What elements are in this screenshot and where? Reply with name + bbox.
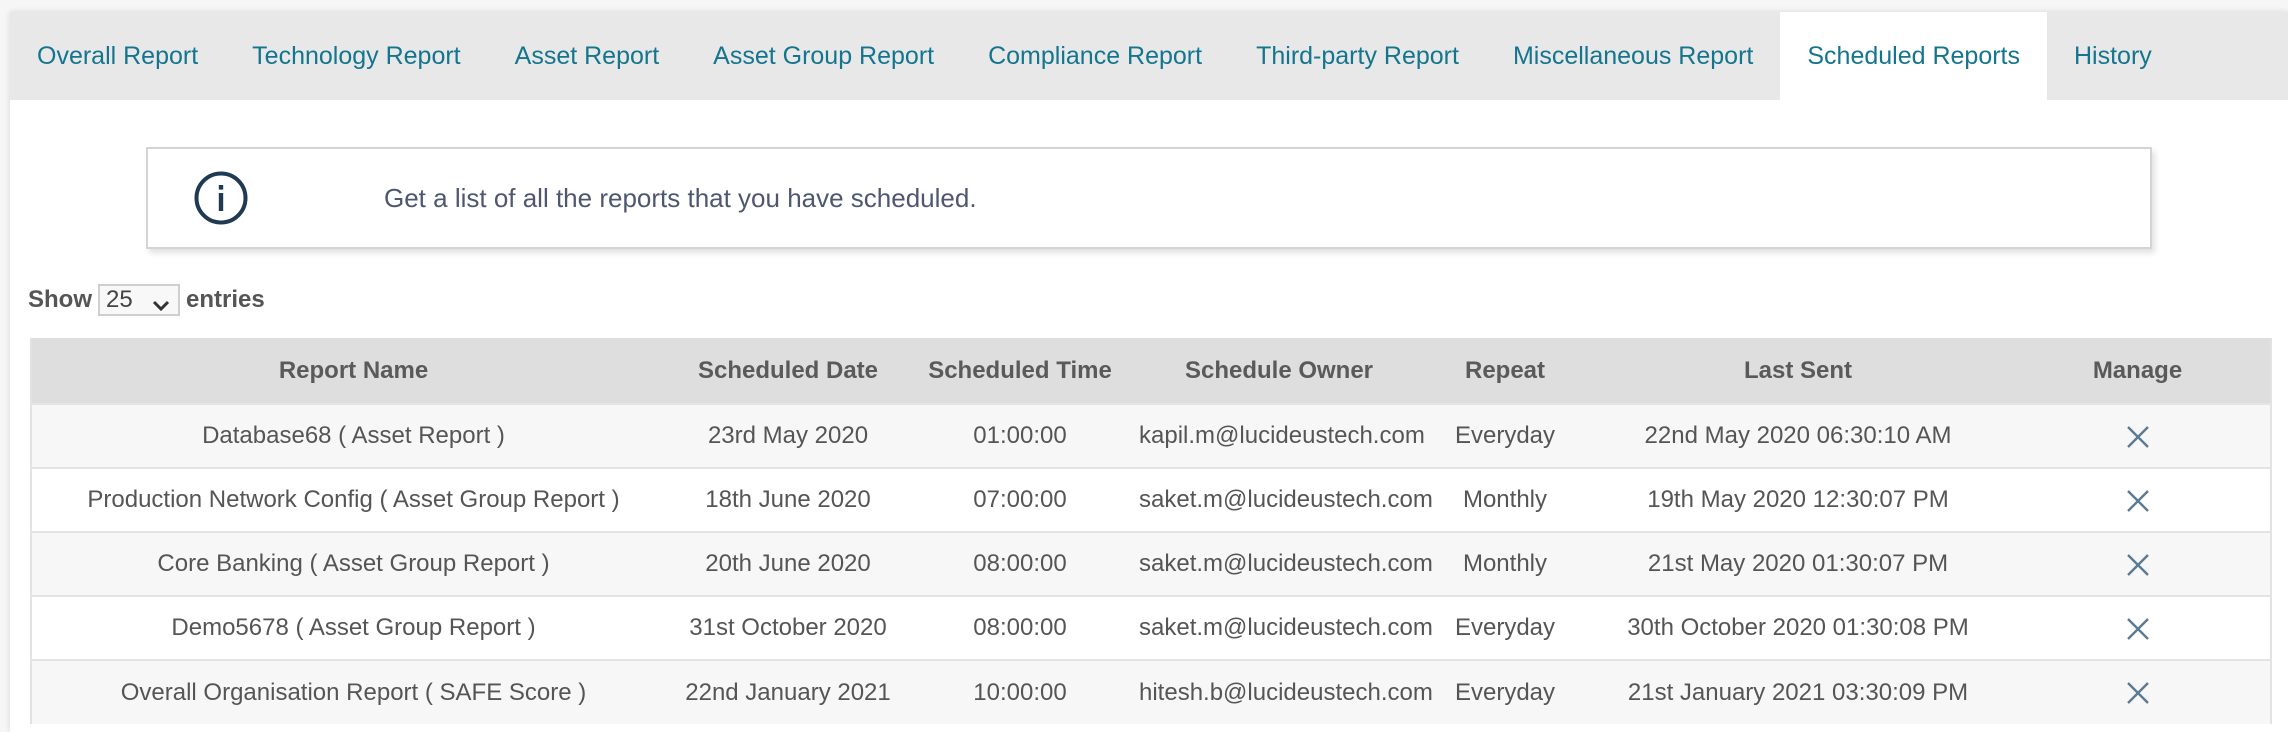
entries-per-page-select[interactable]: 25 <box>98 284 180 316</box>
schedule-owner-cell: saket.m@lucideustech.com <box>1139 595 1433 660</box>
repeat-cell: Monthly <box>1419 531 1591 596</box>
column-header-scheduled-time[interactable]: Scheduled Time <box>901 338 1139 404</box>
scheduled-date-cell: 22nd January 2021 <box>675 659 901 724</box>
table-row: Database68 ( Asset Report ) 23rd May 202… <box>31 403 2271 468</box>
last-sent-cell: 19th May 2020 12:30:07 PM <box>1591 467 2005 532</box>
table-row: Overall Organisation Report ( SAFE Score… <box>31 659 2271 724</box>
column-header-schedule-owner[interactable]: Schedule Owner <box>1139 338 1419 404</box>
delete-x-icon[interactable] <box>2126 553 2150 577</box>
manage-cell <box>2005 595 2271 660</box>
tab-overall-report[interactable]: Overall Report <box>10 12 225 100</box>
manage-cell <box>2005 659 2271 724</box>
column-header-repeat[interactable]: Repeat <box>1419 338 1591 404</box>
report-name-cell: Database68 ( Asset Report ) <box>31 403 675 468</box>
tab-scheduled-reports[interactable]: Scheduled Reports <box>1780 12 2047 100</box>
scheduled-date-cell: 18th June 2020 <box>675 467 901 532</box>
report-tabs: Overall Report Technology Report Asset R… <box>10 12 2288 100</box>
schedule-owner-cell: saket.m@lucideustech.com <box>1139 531 1433 596</box>
tab-technology-report[interactable]: Technology Report <box>225 12 487 100</box>
scheduled-time-cell: 08:00:00 <box>901 595 1139 660</box>
repeat-cell: Everyday <box>1419 595 1591 660</box>
tab-third-party-report[interactable]: Third-party Report <box>1229 12 1486 100</box>
last-sent-cell: 21st January 2021 03:30:09 PM <box>1591 659 2005 724</box>
report-name-cell: Demo5678 ( Asset Group Report ) <box>31 595 675 660</box>
info-circle-icon <box>194 171 248 225</box>
tab-compliance-report[interactable]: Compliance Report <box>961 12 1229 100</box>
delete-x-icon[interactable] <box>2126 681 2150 705</box>
column-header-last-sent[interactable]: Last Sent <box>1591 338 2005 404</box>
scheduled-date-cell: 31st October 2020 <box>675 595 901 660</box>
scheduled-date-cell: 20th June 2020 <box>675 531 901 596</box>
delete-x-icon[interactable] <box>2126 617 2150 641</box>
report-name-cell: Core Banking ( Asset Group Report ) <box>31 531 675 596</box>
table-header-row: Report Name Scheduled Date Scheduled Tim… <box>31 338 2271 404</box>
last-sent-cell: 30th October 2020 01:30:08 PM <box>1591 595 2005 660</box>
scheduled-date-cell: 23rd May 2020 <box>675 403 901 468</box>
tab-miscellaneous-report[interactable]: Miscellaneous Report <box>1486 12 1780 100</box>
tab-asset-report[interactable]: Asset Report <box>488 12 687 100</box>
repeat-cell: Monthly <box>1419 467 1591 532</box>
table-row: Production Network Config ( Asset Group … <box>31 467 2271 532</box>
info-message: Get a list of all the reports that you h… <box>384 182 977 213</box>
scheduled-time-cell: 10:00:00 <box>901 659 1139 724</box>
table-row: Demo5678 ( Asset Group Report ) 31st Oct… <box>31 595 2271 660</box>
report-name-cell: Overall Organisation Report ( SAFE Score… <box>31 659 675 724</box>
entries-per-page-value: 25 <box>106 286 133 313</box>
scheduled-time-cell: 07:00:00 <box>901 467 1139 532</box>
info-banner: Get a list of all the reports that you h… <box>146 147 2152 249</box>
show-label: Show <box>28 286 92 313</box>
schedule-owner-cell: hitesh.b@lucideustech.com <box>1139 659 1433 724</box>
column-header-manage: Manage <box>2005 338 2271 404</box>
repeat-cell: Everyday <box>1419 659 1591 724</box>
manage-cell <box>2005 531 2271 596</box>
scheduled-time-cell: 01:00:00 <box>901 403 1139 468</box>
chevron-down-icon <box>152 292 170 312</box>
entries-label: entries <box>186 286 265 313</box>
last-sent-cell: 21st May 2020 01:30:07 PM <box>1591 531 2005 596</box>
scheduled-time-cell: 08:00:00 <box>901 531 1139 596</box>
delete-x-icon[interactable] <box>2126 425 2150 449</box>
schedule-owner-cell: kapil.m@lucideustech.com <box>1139 403 1425 468</box>
schedule-owner-cell: saket.m@lucideustech.com <box>1139 467 1433 532</box>
repeat-cell: Everyday <box>1419 403 1591 468</box>
report-name-cell: Production Network Config ( Asset Group … <box>31 467 675 532</box>
scheduled-reports-table: Report Name Scheduled Date Scheduled Tim… <box>30 338 2272 724</box>
delete-x-icon[interactable] <box>2126 489 2150 513</box>
reports-panel: Overall Report Technology Report Asset R… <box>10 12 2288 732</box>
manage-cell <box>2005 403 2271 468</box>
tab-history[interactable]: History <box>2047 12 2179 100</box>
tab-asset-group-report[interactable]: Asset Group Report <box>686 12 961 100</box>
column-header-scheduled-date[interactable]: Scheduled Date <box>675 338 901 404</box>
last-sent-cell: 22nd May 2020 06:30:10 AM <box>1591 403 2005 468</box>
manage-cell <box>2005 467 2271 532</box>
entries-length-control: Show 25 entries <box>28 284 265 316</box>
column-header-report-name[interactable]: Report Name <box>31 338 675 404</box>
table-row: Core Banking ( Asset Group Report ) 20th… <box>31 531 2271 596</box>
